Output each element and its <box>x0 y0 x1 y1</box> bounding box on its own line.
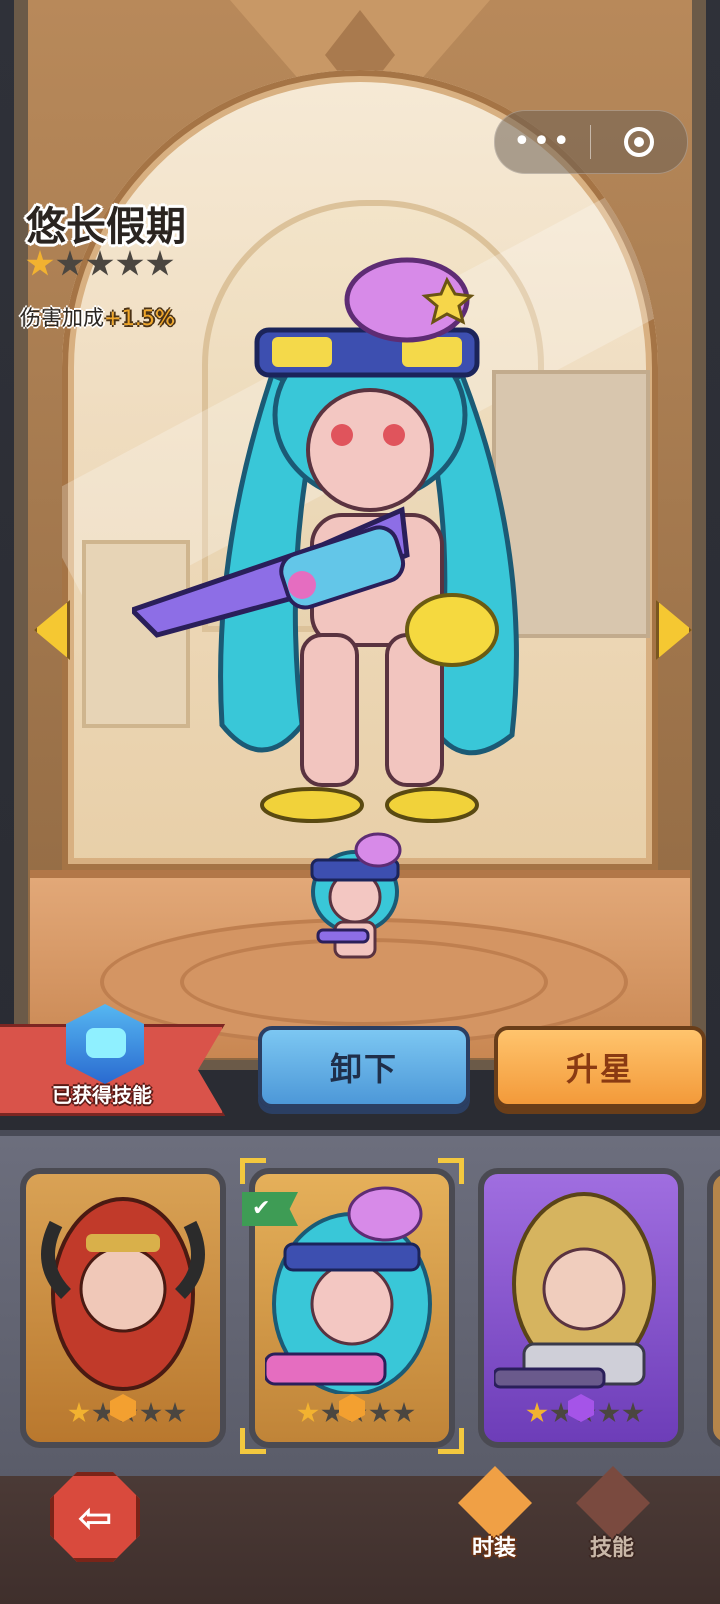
selection-corner-icon <box>240 1158 266 1184</box>
close-miniprogram-button[interactable] <box>591 127 686 157</box>
character-showcase: ••• 悠长假期 伤害加成+1.5% 已获得技能 卸下 升星 <box>0 0 720 1130</box>
star-empty-icon <box>116 250 144 276</box>
unequip-button[interactable]: 卸下 <box>258 1026 470 1108</box>
star-empty-icon <box>598 1402 620 1423</box>
star-empty-icon <box>56 250 84 276</box>
hat-icon <box>458 1466 532 1540</box>
damage-bonus: 伤害加成+1.5% <box>20 302 175 332</box>
star-filled-icon <box>297 1402 319 1423</box>
selection-corner-icon <box>438 1158 464 1184</box>
back-button[interactable]: ⇦ <box>50 1472 140 1562</box>
star-empty-icon <box>140 1402 162 1423</box>
tab-skill-label: 技能 <box>589 1536 634 1561</box>
back-arrow-icon: ⇦ <box>77 1492 113 1542</box>
star-empty-icon <box>622 1402 644 1423</box>
tab-fashion-label: 时装 <box>471 1536 516 1561</box>
star-empty-icon <box>164 1402 186 1423</box>
selection-corner-icon <box>240 1428 266 1454</box>
star-empty-icon <box>86 250 114 276</box>
costume-card-partial[interactable] <box>707 1168 720 1448</box>
star-filled-icon <box>26 250 54 276</box>
star-empty-icon <box>146 250 174 276</box>
target-icon <box>623 127 654 157</box>
shield-icon <box>576 1466 650 1540</box>
selection-corner-icon <box>438 1428 464 1454</box>
more-menu-button[interactable]: ••• <box>495 111 590 173</box>
character-star-rating <box>26 250 174 278</box>
star-empty-icon <box>393 1402 415 1423</box>
star-filled-icon <box>68 1402 90 1423</box>
upgrade-star-button[interactable]: 升星 <box>494 1026 706 1108</box>
miniprogram-capsule: ••• <box>494 110 688 174</box>
character-name: 悠长假期 <box>26 204 186 250</box>
portrait-red-horned-warrior <box>41 1197 205 1391</box>
character-artwork <box>132 257 519 823</box>
portrait-blonde-gunner <box>494 1192 656 1389</box>
bonus-value: +1.5% <box>104 306 175 330</box>
star-filled-icon <box>526 1402 548 1423</box>
tab-skill[interactable]: 技能 <box>566 1466 658 1562</box>
chibi-character <box>310 832 402 959</box>
acquired-skill-label: 已获得技能 <box>52 1083 152 1107</box>
tab-fashion[interactable]: 时装 <box>448 1466 540 1562</box>
bonus-label: 伤害加成 <box>20 306 104 330</box>
star-empty-icon <box>369 1402 391 1423</box>
